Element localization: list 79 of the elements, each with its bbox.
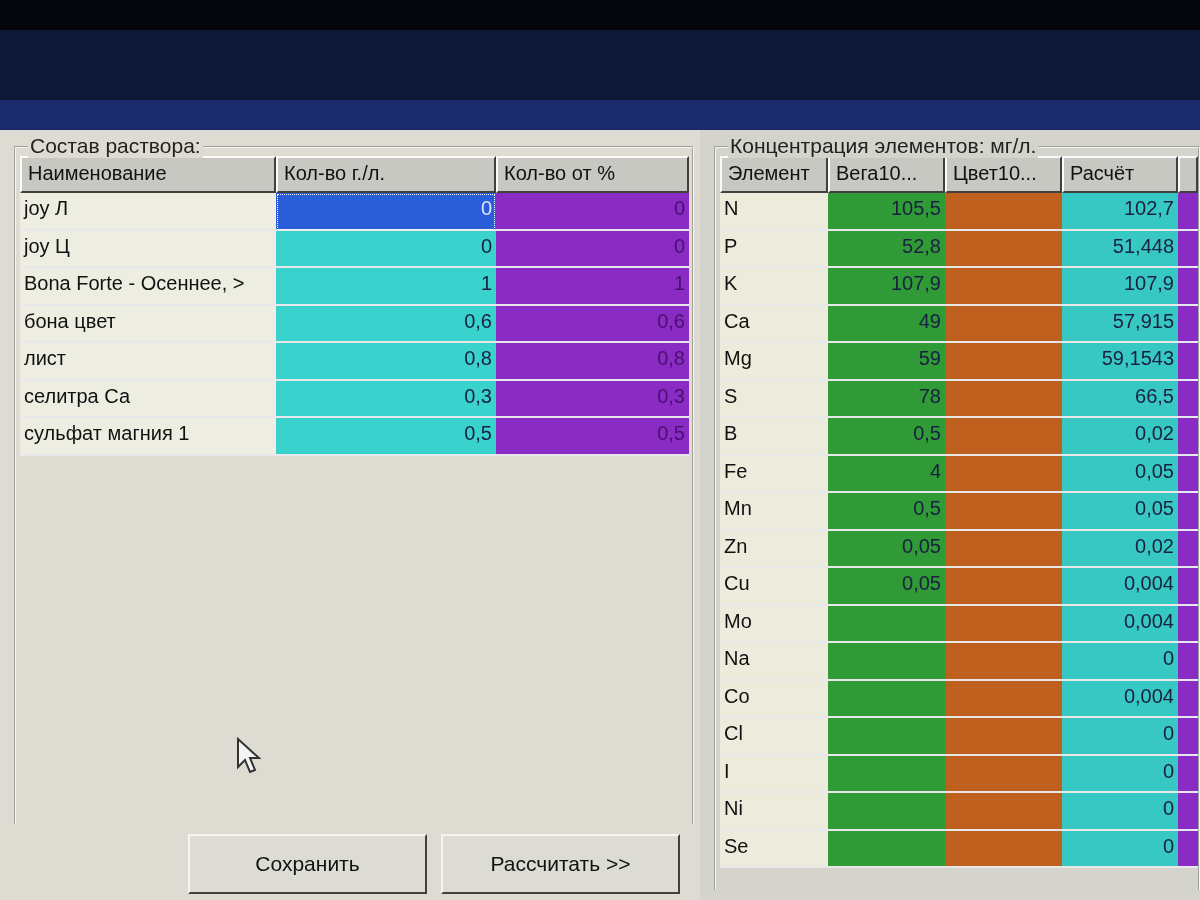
table-cell: Cl — [720, 718, 828, 756]
mouse-pointer-icon — [236, 737, 262, 775]
table-cell: 0,004 — [1062, 568, 1178, 606]
table-cell: S — [720, 380, 828, 418]
table-cell: 49 — [828, 305, 945, 343]
table-cell: 59,1543 — [1062, 343, 1178, 381]
table-cell: 0,5 — [496, 418, 689, 456]
table-cell: 1 — [496, 268, 689, 306]
table-cell: селитра Са — [20, 380, 276, 418]
table-cell[interactable]: 0 — [276, 193, 496, 231]
table-cell: 0,05 — [1062, 455, 1178, 493]
table-cell: 0,8 — [496, 343, 689, 381]
table-cell: joy Л — [20, 193, 276, 231]
table-cell[interactable]: 0,5 — [276, 418, 496, 456]
table-cell: 0 — [1062, 830, 1178, 868]
column-header[interactable]: Наименование — [20, 156, 276, 193]
column-header[interactable]: Элемент — [720, 156, 828, 193]
column-header[interactable] — [1178, 156, 1198, 193]
table-cell: бона цвет — [20, 305, 276, 343]
table-cell: I — [720, 755, 828, 793]
table-cell: 66,5 — [1062, 380, 1178, 418]
table-cell: 51,448 — [1062, 230, 1178, 268]
column-header[interactable]: Кол-во от % — [496, 156, 689, 193]
table-cell: 0,05 — [1062, 493, 1178, 531]
table-cell: 0 — [1062, 718, 1178, 756]
table-cell: B — [720, 418, 828, 456]
table-cell: K — [720, 268, 828, 306]
table-cell: Ca — [720, 305, 828, 343]
column-header[interactable]: Вега10... — [828, 156, 945, 193]
table-cell[interactable]: 0,6 — [276, 305, 496, 343]
column-header[interactable]: Кол-во г./л. — [276, 156, 496, 193]
table-cell: 105,5 — [828, 193, 945, 231]
table-cell: 52,8 — [828, 230, 945, 268]
table-cell: 4 — [828, 455, 945, 493]
table-cell: 107,9 — [1062, 268, 1178, 306]
table-cell: Co — [720, 680, 828, 718]
table-cell: 107,9 — [828, 268, 945, 306]
table-cell: Zn — [720, 530, 828, 568]
table-cell: 59 — [828, 343, 945, 381]
table-cell: Cu — [720, 568, 828, 606]
table-cell: Se — [720, 830, 828, 868]
table-cell: 78 — [828, 380, 945, 418]
table-cell: 0,5 — [828, 418, 945, 456]
column-header[interactable]: Расчёт — [1062, 156, 1178, 193]
table-cell[interactable]: 0 — [276, 230, 496, 268]
table-cell: 57,915 — [1062, 305, 1178, 343]
table-cell: Fe — [720, 455, 828, 493]
table-cell[interactable]: 1 — [276, 268, 496, 306]
table-cell: 0,05 — [828, 568, 945, 606]
table-cell: 0 — [496, 193, 689, 231]
table-cell: 0,05 — [828, 530, 945, 568]
table-cell: Ni — [720, 793, 828, 831]
action-button[interactable]: Сохранить — [188, 834, 427, 894]
action-button[interactable]: Рассчитать >> — [441, 834, 680, 894]
table-cell: 0 — [496, 230, 689, 268]
table-cell: 0,004 — [1062, 680, 1178, 718]
table-cell: Mo — [720, 605, 828, 643]
table-cell: 0,3 — [496, 380, 689, 418]
table-cell: joy Ц — [20, 230, 276, 268]
table-cell: 0,5 — [828, 493, 945, 531]
table-cell: лист — [20, 343, 276, 381]
table-cell: 0,6 — [496, 305, 689, 343]
table-cell[interactable]: 0,3 — [276, 380, 496, 418]
table-cell: P — [720, 230, 828, 268]
table-cell: Mn — [720, 493, 828, 531]
table-cell: Na — [720, 643, 828, 681]
table-cell: 0,02 — [1062, 418, 1178, 456]
table-cell: 0 — [1062, 793, 1178, 831]
table-cell: 0,02 — [1062, 530, 1178, 568]
column-header[interactable]: Цвет10... — [945, 156, 1062, 193]
table-cell: сульфат магния 1 — [20, 418, 276, 456]
table-cell: 0 — [1062, 755, 1178, 793]
table-cell: N — [720, 193, 828, 231]
table-cell: 0,004 — [1062, 605, 1178, 643]
table-cell: 0 — [1062, 643, 1178, 681]
table-cell: Bona Forte - Осеннее, > — [20, 268, 276, 306]
table-cell: Mg — [720, 343, 828, 381]
table-cell: 102,7 — [1062, 193, 1178, 231]
table-cell[interactable]: 0,8 — [276, 343, 496, 381]
